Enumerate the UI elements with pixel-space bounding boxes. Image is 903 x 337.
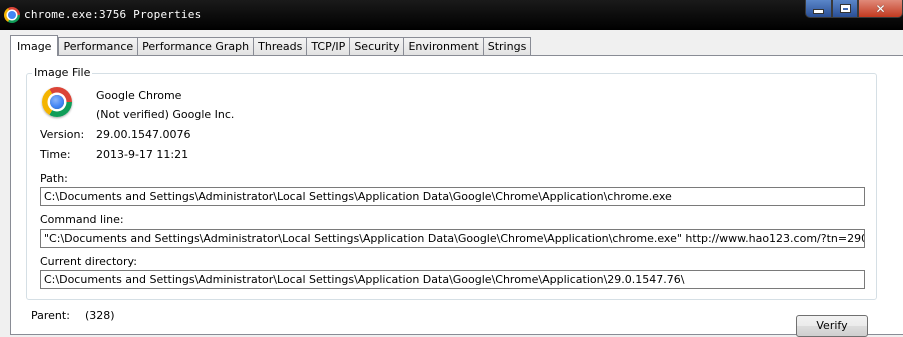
close-button[interactable]: ✕ bbox=[858, 0, 903, 18]
time-value: 2013-9-17 11:21 bbox=[96, 148, 189, 161]
maximize-icon bbox=[839, 4, 851, 13]
current-directory-label: Current directory: bbox=[40, 255, 137, 268]
parent-value: (328) bbox=[85, 309, 115, 322]
chrome-logo-icon bbox=[42, 87, 72, 117]
tab-security[interactable]: Security bbox=[350, 37, 405, 55]
minimize-icon bbox=[813, 9, 824, 14]
title-bar[interactable]: chrome.exe:3756 Properties ✕ bbox=[0, 0, 903, 30]
parent-label: Parent: bbox=[31, 309, 70, 322]
window-title: chrome.exe:3756 Properties bbox=[24, 8, 202, 21]
verify-button[interactable]: Verify bbox=[796, 315, 868, 337]
group-label: Image File bbox=[32, 66, 93, 79]
command-line-label: Command line: bbox=[40, 213, 124, 226]
version-label: Version: bbox=[40, 128, 85, 141]
command-line-field[interactable]: "C:\Documents and Settings\Administrator… bbox=[40, 229, 865, 248]
tab-threads[interactable]: Threads bbox=[254, 37, 308, 55]
version-value: 29.00.1547.0076 bbox=[96, 128, 191, 141]
current-directory-field[interactable]: C:\Documents and Settings\Administrator\… bbox=[40, 270, 865, 289]
maximize-button[interactable] bbox=[832, 0, 858, 18]
close-icon: ✕ bbox=[875, 1, 886, 16]
image-file-group: Image File Google Chrome (Not verified) … bbox=[26, 66, 877, 300]
time-label: Time: bbox=[40, 148, 71, 161]
minimize-button[interactable] bbox=[805, 0, 832, 18]
tab-performance-graph[interactable]: Performance Graph bbox=[138, 37, 255, 55]
tab-strings[interactable]: Strings bbox=[483, 37, 532, 55]
window-controls: ✕ bbox=[805, 0, 903, 20]
company-name: (Not verified) Google Inc. bbox=[96, 108, 235, 121]
file-description: Google Chrome bbox=[96, 89, 182, 102]
chrome-app-icon[interactable] bbox=[4, 7, 20, 23]
tab-image[interactable]: Image bbox=[10, 35, 59, 56]
path-label: Path: bbox=[40, 172, 68, 185]
tab-performance[interactable]: Performance bbox=[58, 37, 139, 55]
tab-tcp-ip[interactable]: TCP/IP bbox=[307, 37, 351, 55]
tab-environment[interactable]: Environment bbox=[404, 37, 484, 55]
tab-strip: Image Performance Performance Graph Thre… bbox=[10, 35, 532, 56]
path-field[interactable]: C:\Documents and Settings\Administrator\… bbox=[40, 187, 865, 206]
image-tab-page: Image File Google Chrome (Not verified) … bbox=[10, 55, 903, 337]
